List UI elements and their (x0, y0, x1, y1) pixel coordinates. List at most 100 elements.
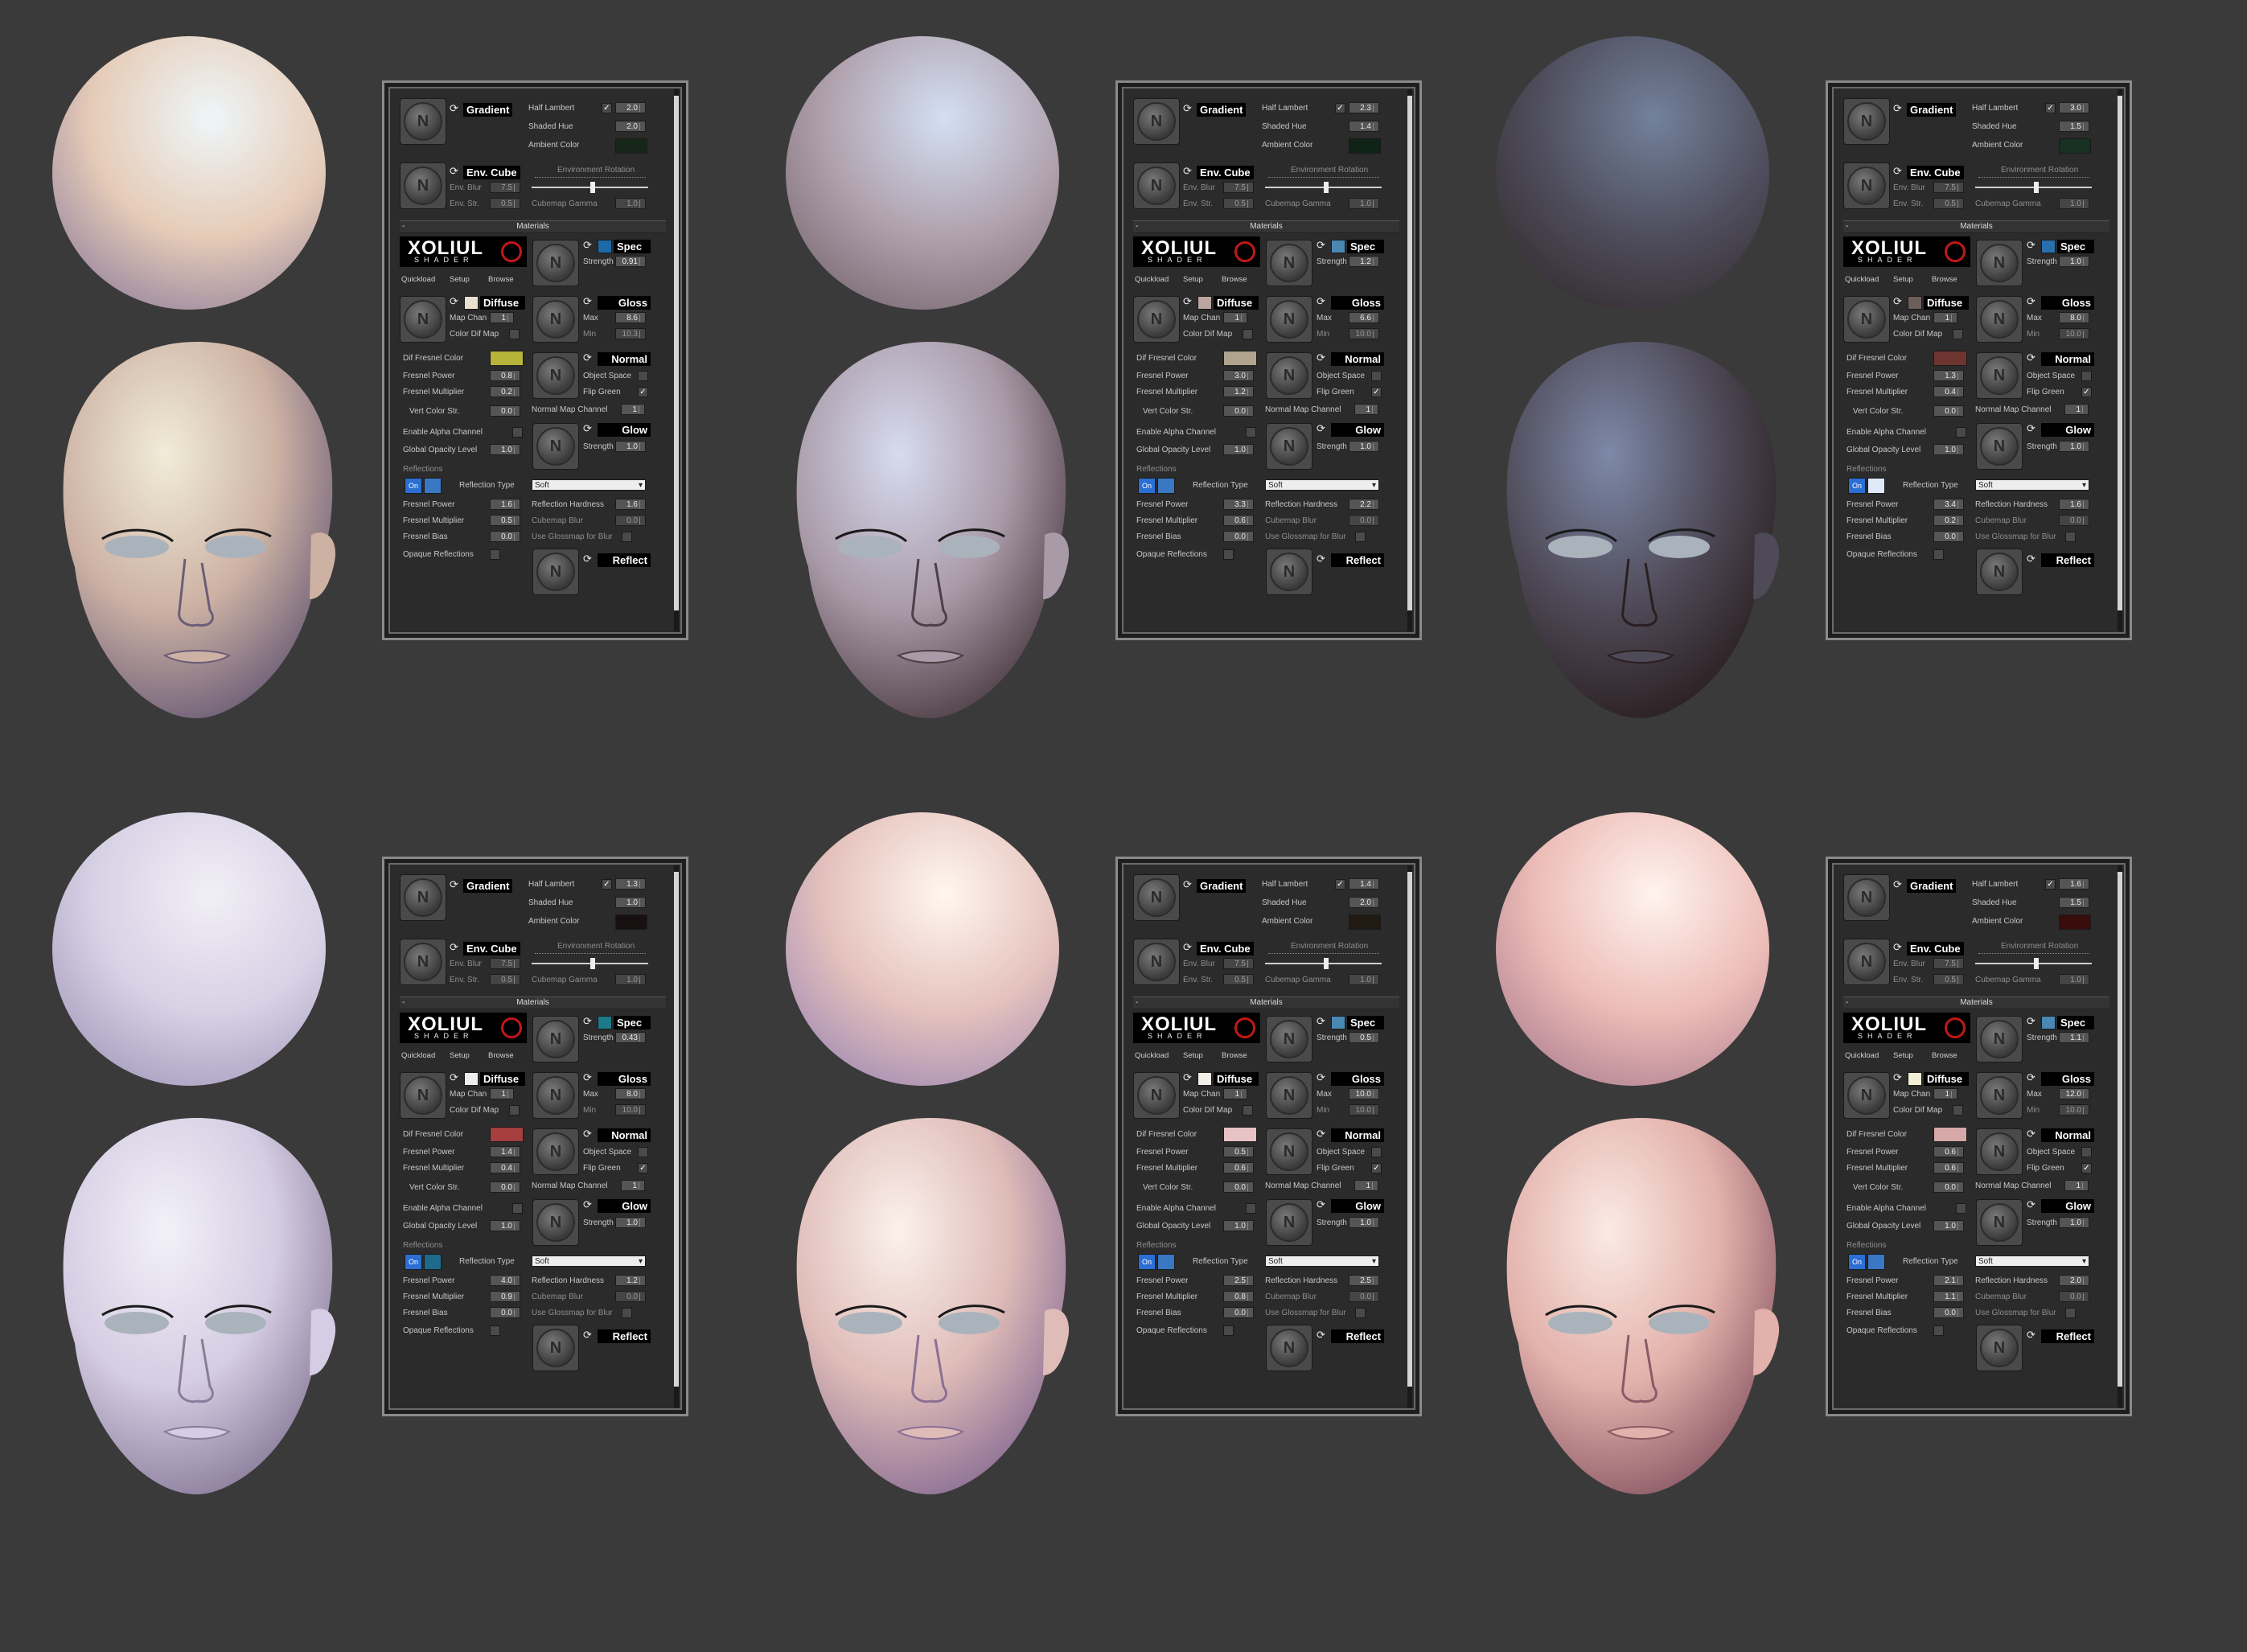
refresh-icon[interactable]: ⟳ (1317, 1016, 1328, 1027)
reflection-hardness-spinner[interactable]: 2.2 (1349, 499, 1379, 510)
spec-map-slot[interactable]: N (532, 240, 579, 286)
spec-title[interactable]: Spec (614, 1016, 651, 1029)
env-cube-title[interactable]: Env. Cube (1907, 942, 1964, 955)
reflection-type-dropdown[interactable]: Soft (1975, 479, 2089, 491)
refresh-icon[interactable]: ⟳ (1183, 103, 1194, 114)
map-chan-spinner[interactable]: 1 (490, 1088, 514, 1099)
shaded-hue-spinner[interactable]: 1.0 (615, 897, 646, 908)
flip-green-checkbox[interactable]: ✓ (1371, 1163, 1382, 1173)
diffuse-map-slot[interactable]: N (1133, 1072, 1180, 1119)
object-space-checkbox[interactable] (638, 1147, 648, 1157)
gloss-min-spinner[interactable]: 10.0 (2059, 328, 2089, 339)
refresh-icon[interactable]: ⟳ (2027, 1016, 2038, 1027)
refresh-icon[interactable]: ⟳ (450, 942, 461, 953)
spec-color-swatch[interactable] (1331, 240, 1345, 253)
dif-fresnel-color-swatch[interactable] (490, 351, 524, 366)
glow-title[interactable]: Glow (1331, 423, 1384, 437)
gloss-title[interactable]: Gloss (1331, 296, 1384, 310)
gloss-min-spinner[interactable]: 10.0 (2059, 1104, 2089, 1116)
gradient-map-slot[interactable]: N (1843, 98, 1890, 145)
refresh-icon[interactable]: ⟳ (583, 1329, 594, 1341)
reflection-color-swatch[interactable] (424, 1254, 442, 1270)
global-opacity-level-spinner[interactable]: 1.0 (1933, 444, 1964, 455)
refresh-icon[interactable]: ⟳ (1183, 166, 1194, 177)
env-cube-title[interactable]: Env. Cube (1197, 942, 1254, 955)
use-glossmap-for-blur-checkbox[interactable] (1355, 532, 1366, 542)
gradient-map-slot[interactable]: N (400, 98, 446, 145)
env-cube-map-slot[interactable]: N (1843, 939, 1890, 985)
gloss-map-slot[interactable]: N (1266, 296, 1312, 343)
enable-alpha-channel-checkbox[interactable] (1246, 1203, 1256, 1214)
enable-alpha-channel-checkbox[interactable] (1956, 1203, 1966, 1214)
normal-title[interactable]: Normal (2041, 352, 2094, 366)
gloss-map-slot[interactable]: N (532, 296, 579, 343)
reflections-on-button[interactable]: On (1138, 1254, 1156, 1270)
half-lambert-spinner[interactable]: 1.3 (615, 878, 646, 890)
gradient-map-slot[interactable]: N (400, 874, 446, 921)
refl-fresnel-power-spinner[interactable]: 2.5 (1223, 1275, 1254, 1286)
fresnel-power-spinner[interactable]: 1.3 (1933, 370, 1964, 381)
normal-map-slot[interactable]: N (532, 1128, 579, 1175)
panel-scrollbar[interactable] (2118, 865, 2122, 1407)
materials-rollout-header[interactable]: - Materials (1133, 220, 1399, 233)
reflection-color-swatch[interactable] (1867, 478, 1885, 494)
refresh-icon[interactable]: ⟳ (2027, 553, 2038, 565)
normal-map-channel-spinner[interactable]: 1 (2064, 404, 2089, 415)
ambient-color-swatch[interactable] (1349, 138, 1381, 154)
reflection-hardness-spinner[interactable]: 2.0 (2059, 1275, 2089, 1286)
flip-green-checkbox[interactable]: ✓ (1371, 387, 1382, 397)
cubemap-gamma-spinner[interactable]: 1.0 (1349, 198, 1379, 209)
env-blur-spinner[interactable]: 7.5 (490, 958, 520, 969)
color-dif-map-checkbox[interactable] (509, 329, 520, 339)
refresh-icon[interactable]: ⟳ (1317, 553, 1328, 565)
color-dif-map-checkbox[interactable] (1953, 1105, 1963, 1116)
gradient-map-slot[interactable]: N (1843, 874, 1890, 921)
normal-map-slot[interactable]: N (1976, 352, 2023, 399)
refresh-icon[interactable]: ⟳ (450, 166, 461, 177)
shaded-hue-spinner[interactable]: 1.5 (2059, 121, 2089, 132)
glow-strength-spinner[interactable]: 1.0 (1349, 441, 1379, 452)
fresnel-multiplier-spinner[interactable]: 0.2 (490, 386, 520, 397)
reflection-color-swatch[interactable] (424, 478, 442, 494)
env-blur-spinner[interactable]: 7.5 (1933, 958, 1964, 969)
refresh-icon[interactable]: ⟳ (583, 296, 594, 307)
spec-color-swatch[interactable] (598, 240, 612, 253)
slider-thumb[interactable] (2033, 182, 2039, 193)
refl-fresnel-bias-spinner[interactable]: 0.0 (490, 1307, 520, 1318)
opaque-reflections-checkbox[interactable] (490, 549, 500, 560)
env-str-spinner[interactable]: 0.5 (1223, 198, 1254, 209)
env-blur-spinner[interactable]: 7.5 (1223, 958, 1254, 969)
setup-button[interactable]: Setup (1183, 1051, 1203, 1061)
reflect-title[interactable]: Reflect (2041, 1329, 2094, 1343)
glow-strength-spinner[interactable]: 1.0 (615, 1217, 646, 1228)
cubemap-gamma-spinner[interactable]: 1.0 (2059, 198, 2089, 209)
gradient-title[interactable]: Gradient (1197, 879, 1247, 893)
diffuse-color-swatch[interactable] (464, 1072, 479, 1086)
refresh-icon[interactable]: ⟳ (1183, 879, 1194, 890)
environment-rotation-slider[interactable] (1975, 182, 2092, 193)
gloss-map-slot[interactable]: N (1266, 1072, 1312, 1119)
normal-title[interactable]: Normal (1331, 1128, 1384, 1142)
materials-rollout-header[interactable]: - Materials (1843, 997, 2109, 1009)
refl-fresnel-multiplier-spinner[interactable]: 0.8 (1223, 1291, 1254, 1302)
flip-green-checkbox[interactable]: ✓ (2081, 387, 2092, 397)
diffuse-map-slot[interactable]: N (400, 296, 446, 343)
browse-button[interactable]: Browse (1932, 275, 1957, 285)
environment-rotation-slider[interactable] (1975, 958, 2092, 969)
normal-title[interactable]: Normal (2041, 1128, 2094, 1142)
cubemap-gamma-spinner[interactable]: 1.0 (615, 198, 646, 209)
gloss-title[interactable]: Gloss (2041, 1072, 2094, 1086)
refl-fresnel-multiplier-spinner[interactable]: 1.1 (1933, 1291, 1964, 1302)
vert-color-str-spinner[interactable]: 0.0 (490, 1181, 520, 1193)
glow-map-slot[interactable]: N (532, 423, 579, 470)
half-lambert-spinner[interactable]: 2.0 (615, 102, 646, 113)
spec-map-slot[interactable]: N (1266, 1016, 1312, 1062)
diffuse-title[interactable]: Diffuse (1924, 296, 1969, 310)
opaque-reflections-checkbox[interactable] (1933, 1325, 1944, 1336)
refl-fresnel-multiplier-spinner[interactable]: 0.2 (1933, 515, 1964, 526)
normal-map-slot[interactable]: N (1266, 1128, 1312, 1175)
use-glossmap-for-blur-checkbox[interactable] (2065, 1308, 2076, 1318)
half-lambert-checkbox[interactable]: ✓ (1335, 103, 1345, 113)
gradient-title[interactable]: Gradient (463, 879, 513, 893)
global-opacity-level-spinner[interactable]: 1.0 (490, 1220, 520, 1231)
